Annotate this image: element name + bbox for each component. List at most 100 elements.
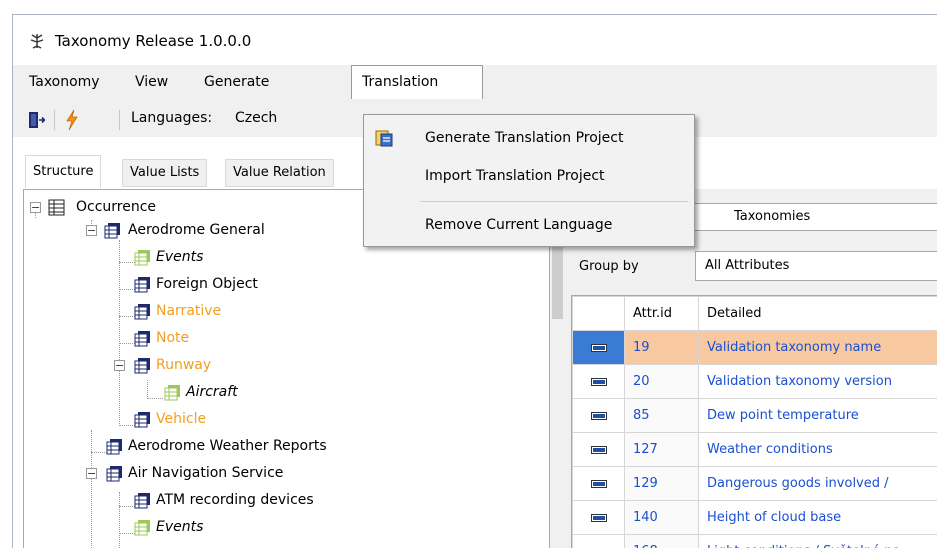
row-selector[interactable]	[572, 534, 625, 548]
tree-node-label: Foreign Object	[156, 276, 258, 292]
tree-line	[119, 533, 135, 534]
row-marker-icon	[591, 412, 606, 419]
tree-line	[119, 492, 120, 548]
tree-line	[119, 262, 135, 263]
attr-id-cell[interactable]: 19	[624, 330, 699, 365]
tree-node-label: Events	[156, 519, 204, 535]
toolbar-separator	[119, 110, 120, 130]
row-marker-icon	[591, 344, 606, 351]
menu-item-generate-translation-project[interactable]: Generate Translation Project	[364, 123, 694, 153]
row-marker-icon	[591, 446, 606, 453]
table-stack-icon	[134, 304, 150, 320]
tab-value-lists[interactable]: Value Lists	[122, 159, 208, 187]
menu-generate[interactable]: Generate	[194, 65, 279, 99]
attributes-grid[interactable]: Attr.id Detailed 19 Validation taxonomy …	[571, 295, 937, 548]
menu-item-label: Generate Translation Project	[425, 130, 624, 146]
attr-id-cell[interactable]: 85	[624, 398, 699, 433]
table-stack-icon	[134, 493, 150, 509]
table-row[interactable]: 85 Dew point temperature	[572, 398, 937, 433]
attr-id-cell[interactable]: 140	[624, 500, 699, 535]
column-header-attr-id[interactable]: Attr.id	[624, 296, 699, 331]
table-stack-icon	[134, 358, 150, 374]
table-stack-icon	[104, 223, 120, 239]
tree-line	[119, 316, 135, 317]
detailed-cell[interactable]: Weather conditions	[698, 432, 937, 467]
table-row[interactable]: 20 Validation taxonomy version	[572, 364, 937, 399]
row-selector[interactable]	[572, 466, 625, 501]
column-header-selector[interactable]	[572, 296, 625, 331]
tree-node-label: Aircraft	[186, 384, 238, 400]
row-marker-icon	[591, 480, 606, 487]
tree-node-label: Aerodrome Weather Reports	[128, 438, 327, 454]
table-row[interactable]: 19 Validation taxonomy name	[572, 330, 937, 365]
tab-strip: Structure Value Lists Value Relation	[13, 155, 363, 189]
collapse-icon[interactable]: −	[86, 468, 97, 479]
tree-line	[147, 398, 163, 399]
attr-id-cell[interactable]: 20	[624, 364, 699, 399]
table-stack-green-icon	[164, 385, 180, 401]
tree-node-label: Note	[156, 330, 190, 346]
detailed-cell[interactable]: Light conditions / Světelné po	[698, 534, 937, 548]
tree-line	[119, 289, 135, 290]
menu-item-label: Import Translation Project	[425, 168, 605, 184]
detailed-cell[interactable]: Dangerous goods involved /	[698, 466, 937, 501]
table-stack-green-icon	[134, 520, 150, 536]
row-selector[interactable]	[572, 330, 625, 365]
language-selector[interactable]: Czech	[235, 110, 277, 126]
tree-line	[119, 425, 135, 426]
collapse-icon[interactable]: −	[114, 360, 125, 371]
column-header-detailed[interactable]: Detailed	[698, 296, 937, 331]
collapse-icon[interactable]: −	[30, 202, 41, 213]
table-stack-icon	[106, 439, 122, 455]
collapse-icon[interactable]: −	[86, 225, 97, 236]
menu-separator	[420, 201, 688, 202]
tree-line	[119, 506, 135, 507]
table-stack-icon	[134, 277, 150, 293]
group-by-label: Group by	[579, 259, 639, 274]
tree-node-label: Narrative	[156, 303, 222, 319]
tab-structure[interactable]: Structure	[25, 155, 102, 188]
row-selector[interactable]	[572, 398, 625, 433]
table-stack-green-icon	[134, 250, 150, 266]
translation-dropdown-menu: Generate Translation Project Import Tran…	[363, 114, 695, 247]
table-row[interactable]: 127 Weather conditions	[572, 432, 937, 467]
exit-door-icon[interactable]	[27, 111, 45, 129]
menu-item-import-translation-project[interactable]: Import Translation Project	[364, 161, 694, 191]
toolbar-separator	[54, 110, 55, 130]
lightning-icon[interactable]	[65, 109, 79, 131]
attr-id-cell[interactable]: 127	[624, 432, 699, 467]
table-icon	[48, 199, 65, 216]
menu-view[interactable]: View	[125, 65, 178, 99]
table-row[interactable]: 168 Light conditions / Světelné po	[572, 534, 937, 548]
tab-value-relation[interactable]: Value Relation	[225, 159, 334, 187]
table-row[interactable]: 140 Height of cloud base	[572, 500, 937, 535]
tree-line	[91, 452, 107, 453]
window-title: Taxonomy Release 1.0.0.0	[55, 32, 252, 50]
project-icon	[375, 130, 393, 147]
row-marker-icon	[591, 514, 606, 521]
table-stack-icon	[106, 466, 122, 482]
taxonomy-app-icon	[30, 34, 44, 49]
tree-node-label: Air Navigation Service	[128, 465, 284, 481]
group-by-select[interactable]: All Attributes	[695, 251, 937, 281]
row-selector[interactable]	[572, 432, 625, 467]
row-selector[interactable]	[572, 500, 625, 535]
detailed-cell[interactable]: Validation taxonomy name	[698, 330, 937, 365]
attr-id-cell[interactable]: 129	[624, 466, 699, 501]
row-selector[interactable]	[572, 364, 625, 399]
attributes-table: Attr.id Detailed 19 Validation taxonomy …	[572, 296, 937, 548]
detailed-cell[interactable]: Height of cloud base	[698, 500, 937, 535]
attr-id-cell[interactable]: 168	[624, 534, 699, 548]
tree-node-label: Events	[156, 249, 204, 265]
tree-node-label: ATM recording devices	[156, 492, 314, 508]
menu-taxonomy[interactable]: Taxonomy	[19, 65, 110, 99]
menu-item-remove-current-language[interactable]: Remove Current Language	[364, 210, 694, 240]
menu-translation[interactable]: Translation	[351, 65, 483, 100]
detailed-cell[interactable]: Validation taxonomy version	[698, 364, 937, 399]
table-row[interactable]: 129 Dangerous goods involved /	[572, 466, 937, 501]
table-header-row: Attr.id Detailed	[572, 296, 937, 331]
detailed-cell[interactable]: Dew point temperature	[698, 398, 937, 433]
tree-line	[119, 240, 120, 426]
title-bar: Taxonomy Release 1.0.0.0	[13, 15, 937, 65]
app-window: Taxonomy Release 1.0.0.0 Taxonomy View G…	[12, 14, 937, 548]
